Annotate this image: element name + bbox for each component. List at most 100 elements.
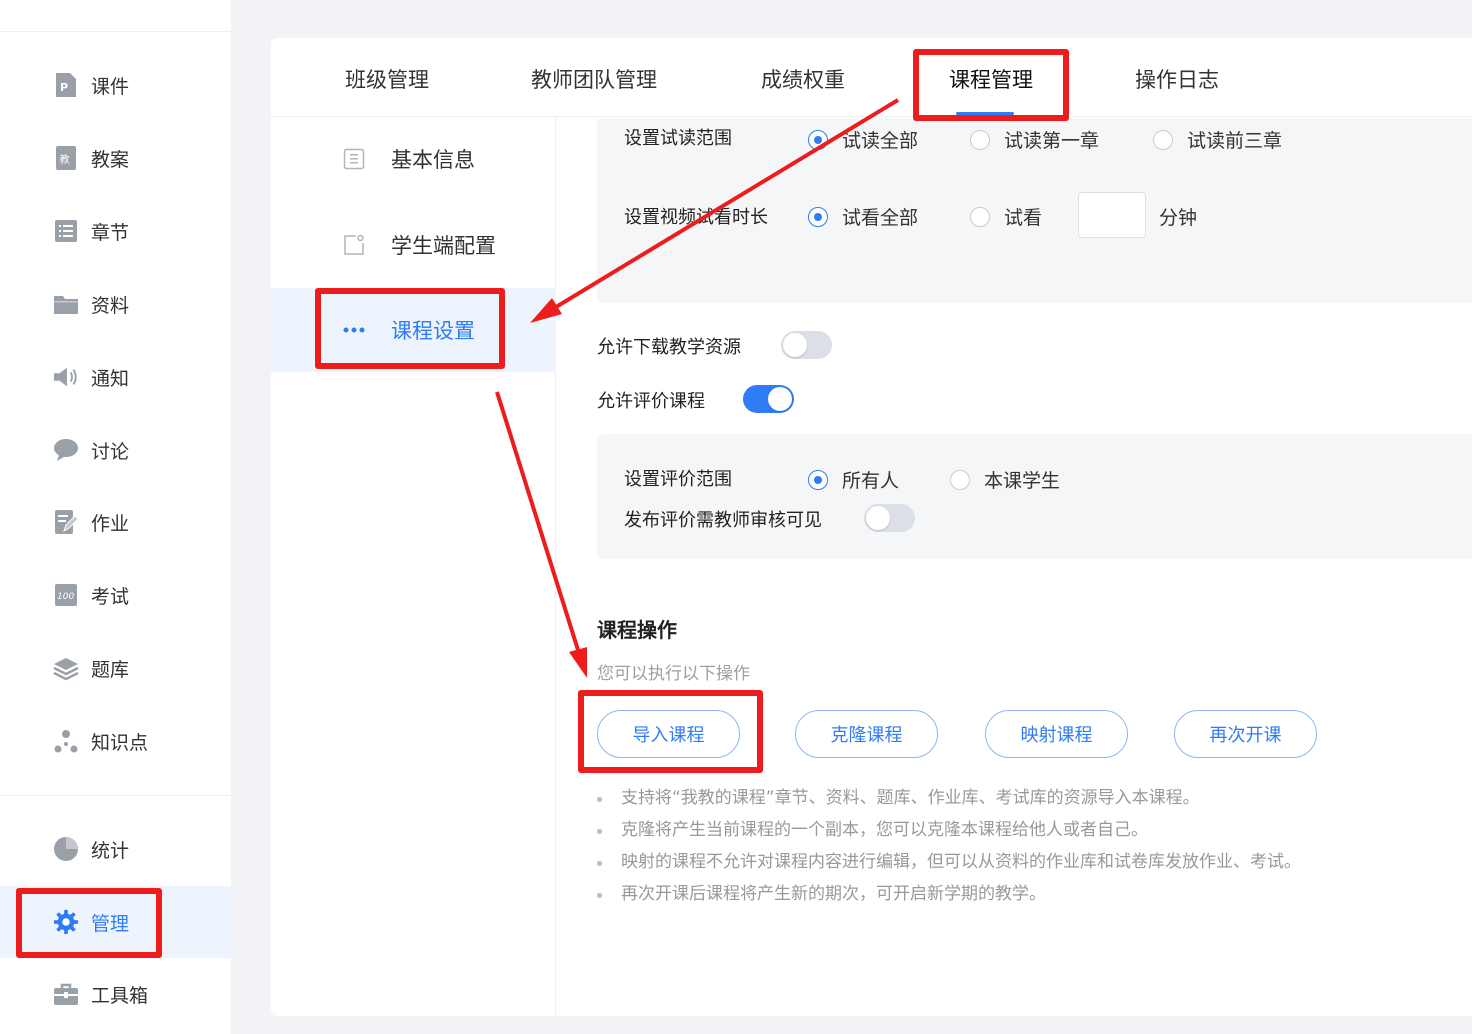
sidebar-item-label: 通知 [91, 367, 130, 390]
sidebar-item-label: 管理 [91, 912, 130, 935]
layers-icon [53, 655, 79, 681]
radio-indicator [1153, 129, 1173, 150]
allow-download-toggle[interactable] [781, 331, 832, 359]
tip-clone: 克隆将产生当前课程的一个副本，您可以克隆本课程给他人或者自己。 [597, 818, 1301, 850]
svg-text:P: P [60, 81, 68, 94]
svg-text:100: 100 [57, 592, 74, 602]
sidebar-item-label: 工具箱 [91, 984, 149, 1007]
radio-indicator [950, 469, 970, 490]
radio-watch-all[interactable]: 试看全部 [808, 203, 918, 230]
sidebar-item-label: 统计 [91, 839, 130, 862]
sidebar-item-management[interactable]: 管理 [0, 886, 231, 958]
review-required-toggle[interactable] [864, 504, 915, 532]
toolbox-icon [53, 981, 79, 1007]
sidebar-item-label: 题库 [91, 658, 130, 681]
subnav-label: 学生端配置 [391, 234, 496, 258]
sidebar-item-label: 知识点 [91, 731, 149, 754]
radio-indicator [808, 469, 828, 490]
sidebar-item-label: 考试 [91, 585, 130, 608]
radio-indicator [970, 129, 990, 150]
read-range-label: 设置试读范围 [624, 128, 732, 149]
evaluation-range-label: 设置评价范围 [624, 469, 732, 490]
tip-reopen: 再次开课后课程将产生新的期次，可开启新学期的教学。 [597, 882, 1301, 914]
radio-watch-limited[interactable]: 试看 [970, 203, 1042, 230]
reopen-course-button[interactable]: 再次开课 [1174, 710, 1317, 758]
minutes-input[interactable] [1078, 192, 1146, 238]
sidebar-item-label: 教案 [91, 148, 130, 171]
toggle-knob [783, 333, 807, 357]
toggle-knob [768, 387, 792, 411]
tip-import: 支持将“我教的课程”章节、资料、题库、作业库、考试库的资源导入本课程。 [597, 786, 1301, 818]
sidebar-item-exam[interactable]: 100 考试 [0, 567, 231, 623]
tab-operation-log[interactable]: 操作日志 [1135, 64, 1219, 94]
chapter-list-icon [53, 218, 79, 244]
tab-bar: 班级管理 教师团队管理 成绩权重 课程管理 操作日志 [271, 38, 1472, 117]
gear-icon [53, 909, 79, 935]
sidebar-item-lesson-plan[interactable]: 教 教案 [0, 130, 231, 186]
sidebar-item-label: 课件 [91, 75, 130, 98]
tab-class-management[interactable]: 班级管理 [345, 64, 429, 94]
radio-indicator [808, 206, 828, 227]
radio-label: 试读前三章 [1187, 130, 1283, 152]
allow-evaluation-label: 允许评价课程 [597, 391, 705, 412]
chat-bubble-icon [53, 437, 79, 463]
allow-evaluation-toggle[interactable] [743, 385, 794, 413]
operation-tips: 支持将“我教的课程”章节、资料、题库、作业库、考试库的资源导入本课程。 克隆将产… [597, 786, 1301, 914]
clone-course-button[interactable]: 克隆课程 [795, 710, 938, 758]
sidebar-item-discussion[interactable]: 讨论 [0, 422, 231, 478]
radio-label: 试看全部 [842, 207, 919, 229]
tab-teacher-team[interactable]: 教师团队管理 [531, 64, 657, 94]
exam-icon: 100 [53, 582, 79, 608]
sidebar-item-statistics[interactable]: 统计 [0, 821, 231, 877]
sidebar-item-chapters[interactable]: 章节 [0, 203, 231, 259]
toggle-knob [866, 506, 890, 530]
subnav-student-config[interactable]: 学生端配置 [271, 203, 556, 287]
radio-label: 试看 [1004, 207, 1043, 229]
knowledge-graph-icon [53, 728, 79, 754]
subnav-label: 基本信息 [391, 148, 475, 172]
pie-chart-icon [53, 836, 79, 862]
speaker-icon [53, 364, 79, 390]
subnav-course-settings[interactable]: 课程设置 [271, 288, 556, 372]
sidebar-item-knowledge-points[interactable]: 知识点 [0, 713, 231, 769]
active-tab-indicator [956, 112, 1014, 115]
radio-label: 试读全部 [842, 130, 919, 152]
radio-everyone[interactable]: 所有人 [808, 466, 899, 493]
subnav-label: 课程设置 [391, 319, 475, 343]
radio-label: 本课学生 [984, 470, 1061, 492]
sidebar-item-materials[interactable]: 资料 [0, 276, 231, 332]
course-operations-subtitle: 您可以执行以下操作 [597, 664, 750, 684]
sidebar-item-label: 作业 [91, 512, 130, 535]
radio-course-students[interactable]: 本课学生 [950, 466, 1060, 493]
student-config-icon [343, 234, 365, 256]
radio-label: 所有人 [842, 470, 900, 492]
folder-icon [53, 291, 79, 317]
svg-text:教: 教 [60, 153, 70, 166]
evaluation-settings-panel [597, 434, 1472, 559]
radio-read-first-three-chapters[interactable]: 试读前三章 [1153, 126, 1282, 153]
settings-subnav: 基本信息 学生端配置 课程设置 [271, 117, 556, 1016]
sidebar-item-homework[interactable]: 作业 [0, 494, 231, 550]
radio-label: 试读第一章 [1004, 130, 1100, 152]
subnav-basic-info[interactable]: 基本信息 [271, 117, 556, 201]
radio-read-first-chapter[interactable]: 试读第一章 [970, 126, 1099, 153]
sidebar-item-question-bank[interactable]: 题库 [0, 640, 231, 696]
video-preview-label: 设置视频试看时长 [624, 207, 768, 228]
allow-download-label: 允许下载教学资源 [597, 337, 741, 358]
tab-course-management[interactable]: 课程管理 [949, 64, 1033, 94]
sidebar-item-courseware[interactable]: P 课件 [0, 57, 231, 113]
course-operations-title: 课程操作 [597, 618, 677, 642]
radio-indicator [970, 206, 990, 227]
sidebar-item-notice[interactable]: 通知 [0, 349, 231, 405]
document-icon [343, 148, 365, 170]
sidebar-item-toolbox[interactable]: 工具箱 [0, 966, 231, 1022]
radio-read-all[interactable]: 试读全部 [808, 126, 918, 153]
sidebar: P 课件 教 教案 章节 资料 通知 讨论 作业 100 考试 题库 知识点 统… [0, 0, 231, 1034]
import-course-button[interactable]: 导入课程 [597, 710, 740, 758]
tab-grade-weight[interactable]: 成绩权重 [761, 64, 845, 94]
minutes-unit: 分钟 [1159, 207, 1198, 229]
homework-edit-icon [53, 509, 79, 535]
map-course-button[interactable]: 映射课程 [985, 710, 1128, 758]
tip-map: 映射的课程不允许对课程内容进行编辑，但可以从资料的作业库和试卷库发放作业、考试。 [597, 850, 1301, 882]
lesson-plan-icon: 教 [53, 145, 79, 171]
